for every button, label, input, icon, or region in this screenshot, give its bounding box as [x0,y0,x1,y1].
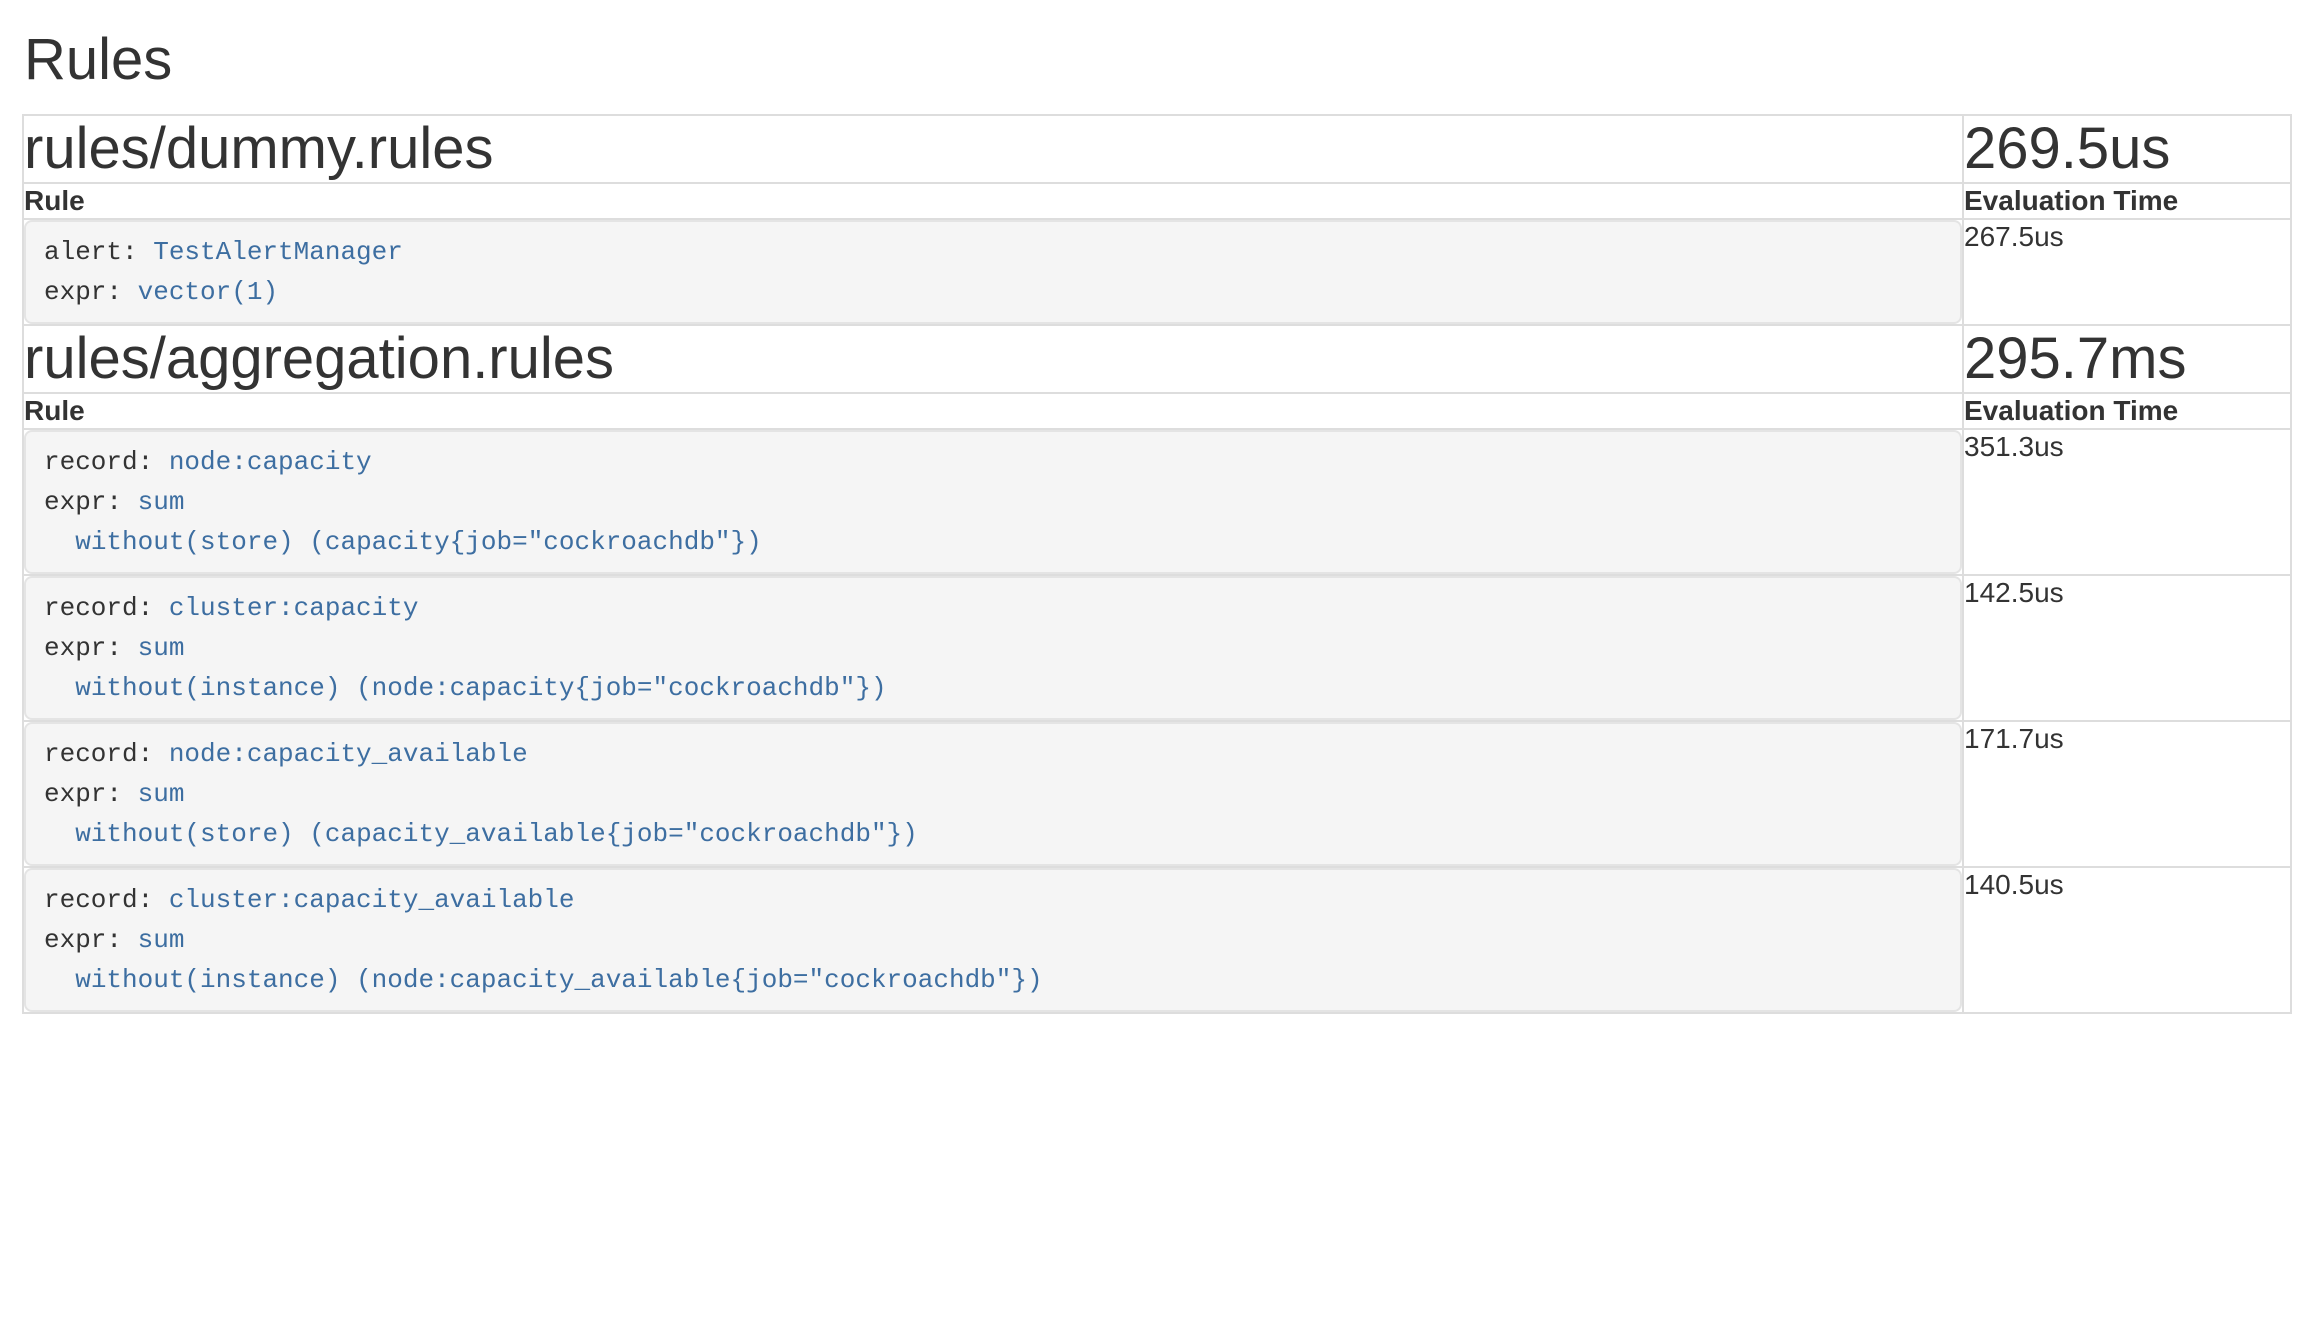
rule-expr-link[interactable]: sum [138,779,185,809]
rule-keyword [44,965,75,995]
rule-expr-link[interactable]: without(store) (capacity_available{job="… [75,819,918,849]
rule-row: record: cluster:capacity_available expr:… [23,867,2291,1013]
rule-keyword: expr: [44,779,138,809]
rule-eval-time: 351.3us [1963,429,2291,575]
rule-keyword: record: [44,885,169,915]
rule-definition: record: cluster:capacity expr: sum witho… [24,576,1962,720]
rule-expr-link[interactable]: sum [138,633,185,663]
rule-keyword [44,673,75,703]
rule-eval-time: 267.5us [1963,219,2291,325]
rule-name-link[interactable]: node:capacity [169,447,372,477]
column-header-row: Rule Evaluation Time [23,393,2291,429]
rule-definition: alert: TestAlertManager expr: vector(1) [24,220,1962,324]
rule-group-eval-time: 295.7ms [1964,326,2290,392]
rule-expr-link[interactable]: vector(1) [138,277,278,307]
rule-keyword: expr: [44,633,138,663]
evaluation-time-column-header: Evaluation Time [1963,393,2291,429]
rule-keyword: expr: [44,487,138,517]
page-title: Rules [24,28,2292,92]
rule-eval-time: 171.7us [1963,721,2291,867]
rule-keyword: expr: [44,925,138,955]
rule-column-header: Rule [23,183,1963,219]
rule-keyword: alert: [44,237,153,267]
rule-name-link[interactable]: TestAlertManager [153,237,403,267]
evaluation-time-column-header: Evaluation Time [1963,183,2291,219]
rule-expr-link[interactable]: sum [138,925,185,955]
rule-expr-link[interactable]: without(store) (capacity{job="cockroachd… [75,527,762,557]
rule-group-eval-time: 269.5us [1964,116,2290,182]
rule-definition: record: node:capacity expr: sum without(… [24,430,1962,574]
rule-group-file: rules/dummy.rules [24,116,1962,182]
rule-row: alert: TestAlertManager expr: vector(1) … [23,219,2291,325]
rule-definition: record: node:capacity_available expr: su… [24,722,1962,866]
rule-keyword: record: [44,447,169,477]
rule-name-link[interactable]: cluster:capacity [169,593,419,623]
rule-row: record: node:capacity_available expr: su… [23,721,2291,867]
rule-eval-time: 142.5us [1963,575,2291,721]
rule-name-link[interactable]: cluster:capacity_available [169,885,575,915]
rule-group-header-row: rules/aggregation.rules 295.7ms [23,325,2291,393]
rule-expr-link[interactable]: sum [138,487,185,517]
rule-name-link[interactable]: node:capacity_available [169,739,528,769]
rule-column-header: Rule [23,393,1963,429]
rule-row: record: cluster:capacity expr: sum witho… [23,575,2291,721]
rule-eval-time: 140.5us [1963,867,2291,1013]
rules-page: Rules rules/dummy.rules 269.5us Rule Eva… [0,28,2316,1014]
rule-keyword [44,527,75,557]
rule-definition: record: cluster:capacity_available expr:… [24,868,1962,1012]
rule-keyword: record: [44,739,169,769]
rule-group-file: rules/aggregation.rules [24,326,1962,392]
rules-table: rules/dummy.rules 269.5us Rule Evaluatio… [22,114,2292,1014]
rule-expr-link[interactable]: without(instance) (node:capacity_availab… [75,965,1042,995]
rule-keyword [44,819,75,849]
column-header-row: Rule Evaluation Time [23,183,2291,219]
rule-keyword: expr: [44,277,138,307]
rule-row: record: node:capacity expr: sum without(… [23,429,2291,575]
rule-keyword: record: [44,593,169,623]
rule-group-header-row: rules/dummy.rules 269.5us [23,115,2291,183]
rule-expr-link[interactable]: without(instance) (node:capacity{job="co… [75,673,886,703]
